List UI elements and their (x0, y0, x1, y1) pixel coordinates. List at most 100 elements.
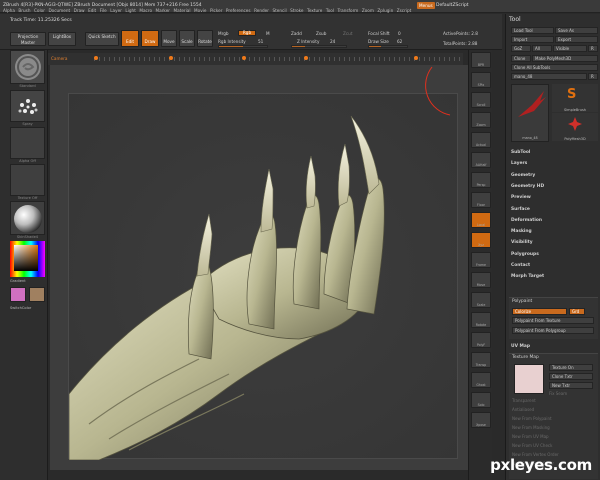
rgb-toggle[interactable]: Rgb (238, 30, 256, 36)
section-layers[interactable]: Layers (511, 161, 527, 166)
m-toggle[interactable]: M (266, 31, 270, 36)
edit-button[interactable]: Edit (121, 30, 139, 47)
menu-tool[interactable]: Tool (326, 8, 334, 13)
section-preview[interactable]: Preview (511, 195, 531, 200)
keyframe-dot[interactable] (94, 56, 98, 60)
keyframe-dot[interactable] (169, 56, 173, 60)
menu-stencil[interactable]: Stencil (272, 8, 286, 13)
menu-material[interactable]: Material (174, 8, 191, 13)
view-transp-button[interactable]: Transp (471, 352, 491, 368)
new-txtr-button[interactable]: New Txtr (549, 382, 593, 389)
section-visibility[interactable]: Visibility (511, 240, 533, 245)
scale-button[interactable]: Scale (179, 30, 195, 47)
timeline-bar[interactable]: Camera 00249 13:21 (48, 53, 463, 73)
stroke-selector[interactable] (10, 90, 45, 122)
polypaint-from-polygroup-button[interactable]: Polypaint From Polygroup (512, 327, 594, 334)
view-aahalf-button[interactable]: AAHalf (471, 152, 491, 168)
texture-antialiased-button[interactable]: Antialiased (512, 407, 534, 412)
menu-color[interactable]: Color (34, 8, 45, 13)
rgb-intensity-slider[interactable] (218, 45, 268, 48)
view-polyf-button[interactable]: PolyF (471, 332, 491, 348)
projection-master-button[interactable]: Projection Master (10, 32, 46, 46)
menu-document[interactable]: Document (48, 8, 70, 13)
active-tool-thumbnail[interactable]: mano_48 (511, 84, 549, 142)
timeline-track[interactable] (94, 56, 460, 61)
texture-map-header[interactable]: Texture Map (512, 355, 539, 360)
export-button[interactable]: Export (555, 36, 598, 43)
polypaint-from-texture-button[interactable]: Polypaint From Texture (512, 317, 594, 324)
menu-stroke[interactable]: Stroke (290, 8, 303, 13)
quick-sketch-button[interactable]: Quick Sketch (85, 32, 119, 46)
zadd-toggle[interactable]: Zadd (291, 31, 302, 36)
view-actual-button[interactable]: Actual (471, 132, 491, 148)
color-picker[interactable] (10, 241, 45, 277)
view-scale-button[interactable]: Scale (471, 292, 491, 308)
goz-r-button[interactable]: R (588, 45, 598, 52)
menu-file[interactable]: File (100, 8, 107, 13)
zsub-toggle[interactable]: Zsub (316, 31, 326, 36)
view-xpose-button[interactable]: Xpose (471, 412, 491, 428)
goz-button[interactable]: GoZ (511, 45, 531, 52)
menu-transform[interactable]: Transform (337, 8, 358, 13)
view-rotate-button[interactable]: Rotate (471, 312, 491, 328)
save-as-button[interactable]: Save As (555, 27, 598, 34)
menu-movie[interactable]: Movie (194, 8, 206, 13)
material-selector[interactable] (10, 201, 45, 235)
switch-color-button[interactable]: SwitchColor (10, 306, 45, 310)
view-spix-button[interactable]: SPix (471, 72, 491, 88)
menu-layer[interactable]: Layer (110, 8, 122, 13)
secondary-color-swatch[interactable] (29, 287, 45, 302)
section-contact[interactable]: Contact (511, 263, 530, 268)
view-move-button[interactable]: Move (471, 272, 491, 288)
clone-button[interactable]: Clone (511, 55, 531, 62)
section-subtool[interactable]: SubTool (511, 150, 530, 155)
colorize-toggle[interactable]: Colorize (512, 308, 567, 315)
texture-transparent-button[interactable]: Transparent (512, 398, 536, 403)
z-intensity-slider[interactable] (291, 45, 347, 48)
mrgb-toggle[interactable]: Mrgb (218, 31, 229, 36)
section-polygroups[interactable]: Polygroups (511, 252, 539, 257)
texture-new-from-uv-check-button[interactable]: New From UV Check (512, 443, 552, 448)
section-geometry[interactable]: Geometry (511, 173, 535, 178)
menu-brush[interactable]: Brush (18, 8, 30, 13)
view-frame-button[interactable]: Frame (471, 252, 491, 268)
menu-zscript[interactable]: Zscript (397, 8, 412, 13)
brush-selector[interactable] (10, 50, 45, 84)
lightbox-button[interactable]: LightBox (48, 32, 76, 46)
zcut-toggle[interactable]: Zcut (343, 31, 352, 36)
view-bpr-button[interactable]: BPR (471, 52, 491, 68)
draw-size-slider[interactable] (368, 45, 408, 48)
default-zscript-label[interactable]: DefaultZScript (436, 3, 469, 8)
menu-texture[interactable]: Texture (307, 8, 322, 13)
view-xyz-button[interactable]: Xyz (471, 232, 491, 248)
texture-on-toggle[interactable]: Texture On (549, 364, 593, 371)
menu-macro[interactable]: Macro (139, 8, 152, 13)
menu-draw[interactable]: Draw (74, 8, 85, 13)
current-tool-name[interactable]: mano_48 (511, 73, 587, 80)
section-deformation[interactable]: Deformation (511, 218, 542, 223)
menu-picker[interactable]: Picker (210, 8, 222, 13)
texture-new-from-polypaint-button[interactable]: New From Polypaint (512, 416, 552, 421)
view-ghost-button[interactable]: Ghost (471, 372, 491, 388)
grd-toggle[interactable]: Grd (569, 308, 585, 315)
view-zoom-button[interactable]: Zoom (471, 112, 491, 128)
clone-txtr-button[interactable]: Clone Txtr (549, 373, 593, 380)
view-local-button[interactable]: Local (471, 212, 491, 228)
import-button[interactable]: Import (511, 36, 554, 43)
tool-r-button[interactable]: R (588, 73, 598, 80)
section-surface[interactable]: Surface (511, 207, 530, 212)
simplebrush-thumbnail[interactable]: S SimpleBrush (552, 84, 598, 112)
view-persp-button[interactable]: Persp (471, 172, 491, 188)
texture-swatch[interactable] (514, 364, 544, 394)
goz-visible-button[interactable]: Visible (553, 45, 587, 52)
keyframe-dot[interactable] (304, 56, 308, 60)
menu-light[interactable]: Light (125, 8, 135, 13)
view-floor-button[interactable]: Floor (471, 192, 491, 208)
load-tool-button[interactable]: Load Tool (511, 27, 554, 34)
document-area[interactable] (68, 93, 458, 461)
texture-new-from-masking-button[interactable]: New From Masking (512, 425, 550, 430)
alpha-selector[interactable] (10, 127, 45, 159)
rotate-button[interactable]: Rotate (197, 30, 213, 47)
menu-render[interactable]: Render (254, 8, 269, 13)
menus-toggle-button[interactable]: Menus (417, 2, 435, 9)
